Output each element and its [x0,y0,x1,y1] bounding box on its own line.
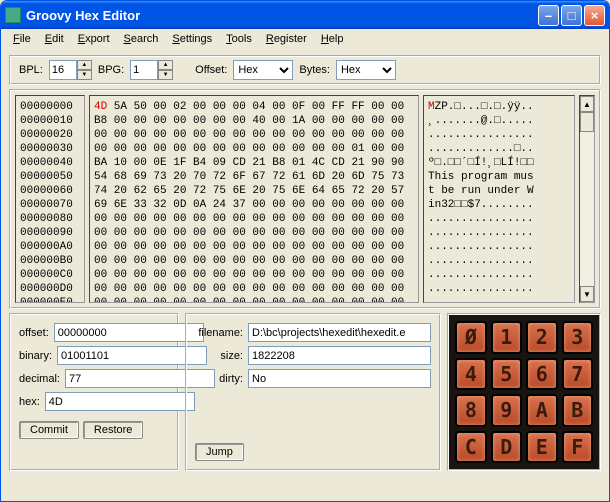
keypad-B[interactable]: B [562,394,593,427]
hex-keypad: Ø123 4567 89AB CDEF [447,313,601,471]
offset-input[interactable] [54,323,204,342]
bpl-label: BPL: [19,64,43,76]
offset-column[interactable]: 00000000 00000010 00000020 00000030 0000… [15,95,85,303]
byte-info-panel: offset: binary: decimal: hex: Commit Res… [9,313,179,471]
bpg-down-button[interactable]: ▼ [158,70,173,80]
menu-help[interactable]: Help [315,31,350,47]
bytes-format-label: Bytes: [299,64,330,76]
keypad-0[interactable]: Ø [455,321,486,354]
filename-input[interactable] [248,323,431,342]
keypad-7[interactable]: 7 [562,358,593,391]
bpg-up-button[interactable]: ▲ [158,60,173,70]
jump-button[interactable]: Jump [195,443,244,461]
menu-register[interactable]: Register [260,31,313,47]
scroll-down-button[interactable]: ▼ [580,286,594,302]
ascii-column[interactable]: MZP.□...□.□.ÿÿ..¸.......@.□.............… [423,95,575,303]
keypad-C[interactable]: C [455,431,486,464]
menu-file[interactable]: File [7,31,37,47]
bpg-label: BPG: [98,64,124,76]
commit-button[interactable]: Commit [19,421,79,439]
keypad-9[interactable]: 9 [491,394,522,427]
vertical-scrollbar[interactable]: ▲ ▼ [579,95,595,303]
dirty-label: dirty: [195,373,243,385]
menu-settings[interactable]: Settings [166,31,218,47]
bpl-down-button[interactable]: ▼ [77,70,92,80]
app-icon [5,7,21,23]
bytes-format-select[interactable]: Hex [336,60,396,80]
restore-button[interactable]: Restore [83,421,144,439]
keypad-E[interactable]: E [526,431,557,464]
keypad-4[interactable]: 4 [455,358,486,391]
scroll-up-button[interactable]: ▲ [580,96,594,112]
maximize-button[interactable]: □ [561,5,582,26]
scroll-thumb[interactable] [580,112,594,132]
minimize-button[interactable]: – [538,5,559,26]
decimal-label: decimal: [19,373,60,385]
hex-panel: 00000000 00000010 00000020 00000030 0000… [9,89,601,309]
keypad-A[interactable]: A [526,394,557,427]
size-input[interactable] [248,346,431,365]
menu-search[interactable]: Search [118,31,165,47]
keypad-8[interactable]: 8 [455,394,486,427]
keypad-D[interactable]: D [491,431,522,464]
offset-label: offset: [19,327,49,339]
binary-label: binary: [19,350,52,362]
keypad-5[interactable]: 5 [491,358,522,391]
size-label: size: [195,350,243,362]
menu-tools[interactable]: Tools [220,31,258,47]
keypad-2[interactable]: 2 [526,321,557,354]
keypad-1[interactable]: 1 [491,321,522,354]
window-title: Groovy Hex Editor [26,8,538,23]
bytes-column[interactable]: 4D 5A 50 00 02 00 00 00 04 00 0F 00 FF F… [89,95,419,303]
menubar: FileEditExportSearchSettingsToolsRegiste… [1,29,609,49]
bpl-input[interactable] [49,60,77,80]
hex-input[interactable] [45,392,195,411]
offset-format-label: Offset: [195,64,227,76]
menu-edit[interactable]: Edit [39,31,70,47]
hex-label: hex: [19,396,40,408]
file-info-panel: filename: size: dirty: Jump [185,313,441,471]
dirty-input[interactable] [248,369,431,388]
menu-export[interactable]: Export [72,31,116,47]
titlebar[interactable]: Groovy Hex Editor – □ × [1,1,609,29]
keypad-6[interactable]: 6 [526,358,557,391]
bpg-input[interactable] [130,60,158,80]
bpl-up-button[interactable]: ▲ [77,60,92,70]
filename-label: filename: [195,327,243,339]
keypad-F[interactable]: F [562,431,593,464]
toolbar-panel: BPL: ▲▼ BPG: ▲▼ Offset: Hex Bytes: Hex [9,55,601,85]
offset-format-select[interactable]: Hex [233,60,293,80]
keypad-3[interactable]: 3 [562,321,593,354]
app-window: Groovy Hex Editor – □ × FileEditExportSe… [0,0,610,502]
scroll-track[interactable] [580,112,594,286]
close-button[interactable]: × [584,5,605,26]
